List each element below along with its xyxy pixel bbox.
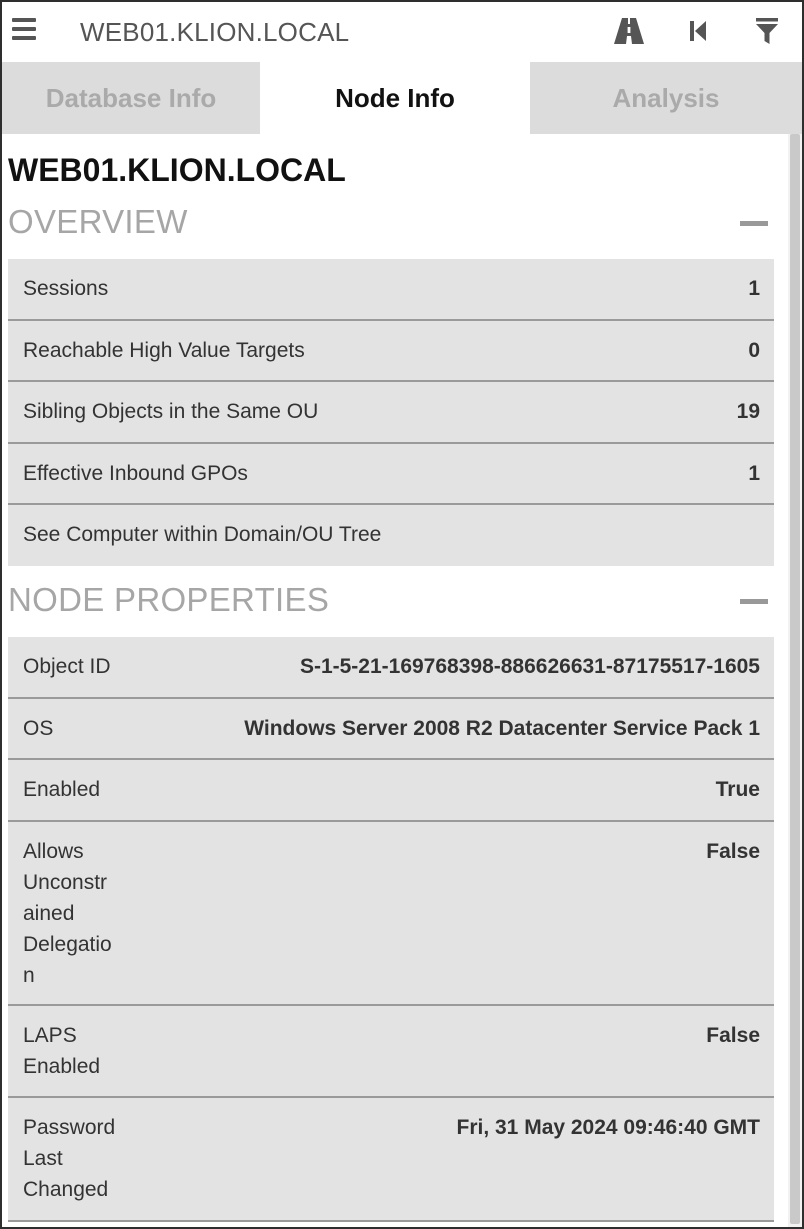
properties-section-header[interactable]: NODE PROPERTIES [8,581,778,625]
properties-title: NODE PROPERTIES [8,581,330,618]
overview-row-high-value-targets[interactable]: Reachable High Value Targets 0 [8,321,774,382]
row-label: Enabled [23,778,101,801]
row-label: Allows Unconstr ained Delegatio n [23,836,112,991]
label-line: Delegatio [23,933,112,956]
row-label: Sessions [23,277,109,300]
overview-row-domain-ou-tree[interactable]: See Computer within Domain/OU Tree [8,505,774,566]
collapse-properties-icon[interactable] [740,599,768,604]
row-label: Object ID [23,655,111,678]
label-line: ained [23,902,75,925]
property-row-password-last-changed: Password Last Changed Fri, 31 May 2024 0… [8,1098,774,1222]
node-title: WEB01.KLION.LOCAL [8,152,346,188]
overview-row-sibling-objects[interactable]: Sibling Objects in the Same OU 19 [8,382,774,444]
property-row-os: OS Windows Server 2008 R2 Datacenter Ser… [8,699,774,760]
label-line: n [23,964,35,987]
row-label: Sibling Objects in the Same OU [23,400,319,423]
row-label: Effective Inbound GPOs [23,462,248,485]
row-label: Password Last Changed [23,1112,115,1205]
overview-title: OVERVIEW [8,203,188,240]
label-line: Unconstr [23,871,108,894]
scrollbar-thumb[interactable] [790,134,800,1224]
tab-analysis[interactable]: Analysis [530,62,802,134]
row-value: 1 [748,462,760,485]
app-window: WEB01.KLION.LOCAL Database Info Node Inf… [0,0,804,1229]
filter-icon[interactable] [750,14,784,48]
label-line: Changed [23,1178,109,1201]
tab-node-info[interactable]: Node Info [260,62,530,134]
label-line: Last [23,1147,63,1170]
tab-bar: Database Info Node Info Analysis [2,62,802,134]
property-row-object-id: Object ID S-1-5-21-169768398-886626631-8… [8,637,774,699]
tab-database-info[interactable]: Database Info [2,62,260,134]
label-line: Allows [23,840,84,863]
row-value: S-1-5-21-169768398-886626631-87175517-16… [299,655,760,678]
row-value: 19 [736,400,760,423]
app-title: WEB01.KLION.LOCAL [80,17,350,47]
row-value: 1 [748,277,760,300]
property-row-enabled: Enabled True [8,760,774,822]
row-label: LAPS Enabled [23,1020,100,1082]
overview-row-inbound-gpos[interactable]: Effective Inbound GPOs 1 [8,444,774,505]
header-bar: WEB01.KLION.LOCAL [2,2,802,62]
back-icon[interactable] [682,14,716,48]
overview-section-header[interactable]: OVERVIEW [8,203,778,247]
property-row-unconstrained-delegation: Allows Unconstr ained Delegatio n False [8,822,774,1006]
row-value: True [715,778,760,801]
road-icon[interactable] [612,14,646,48]
row-value: Fri, 31 May 2024 09:46:40 GMT [456,1116,761,1139]
property-row-laps-enabled: LAPS Enabled False [8,1006,774,1098]
menu-icon[interactable] [12,18,36,40]
label-line: Enabled [23,1055,101,1078]
overview-row-sessions[interactable]: Sessions 1 [8,259,774,321]
row-value: False [706,840,760,863]
collapse-overview-icon[interactable] [740,221,768,226]
row-value: Windows Server 2008 R2 Datacenter Servic… [244,717,760,740]
label-line: Password [23,1116,116,1139]
row-value: 0 [748,339,760,362]
row-label: Reachable High Value Targets [23,339,305,362]
row-label: See Computer within Domain/OU Tree [23,523,382,546]
label-line: LAPS [23,1024,77,1047]
row-value: False [706,1024,760,1047]
row-label: OS [23,717,54,740]
